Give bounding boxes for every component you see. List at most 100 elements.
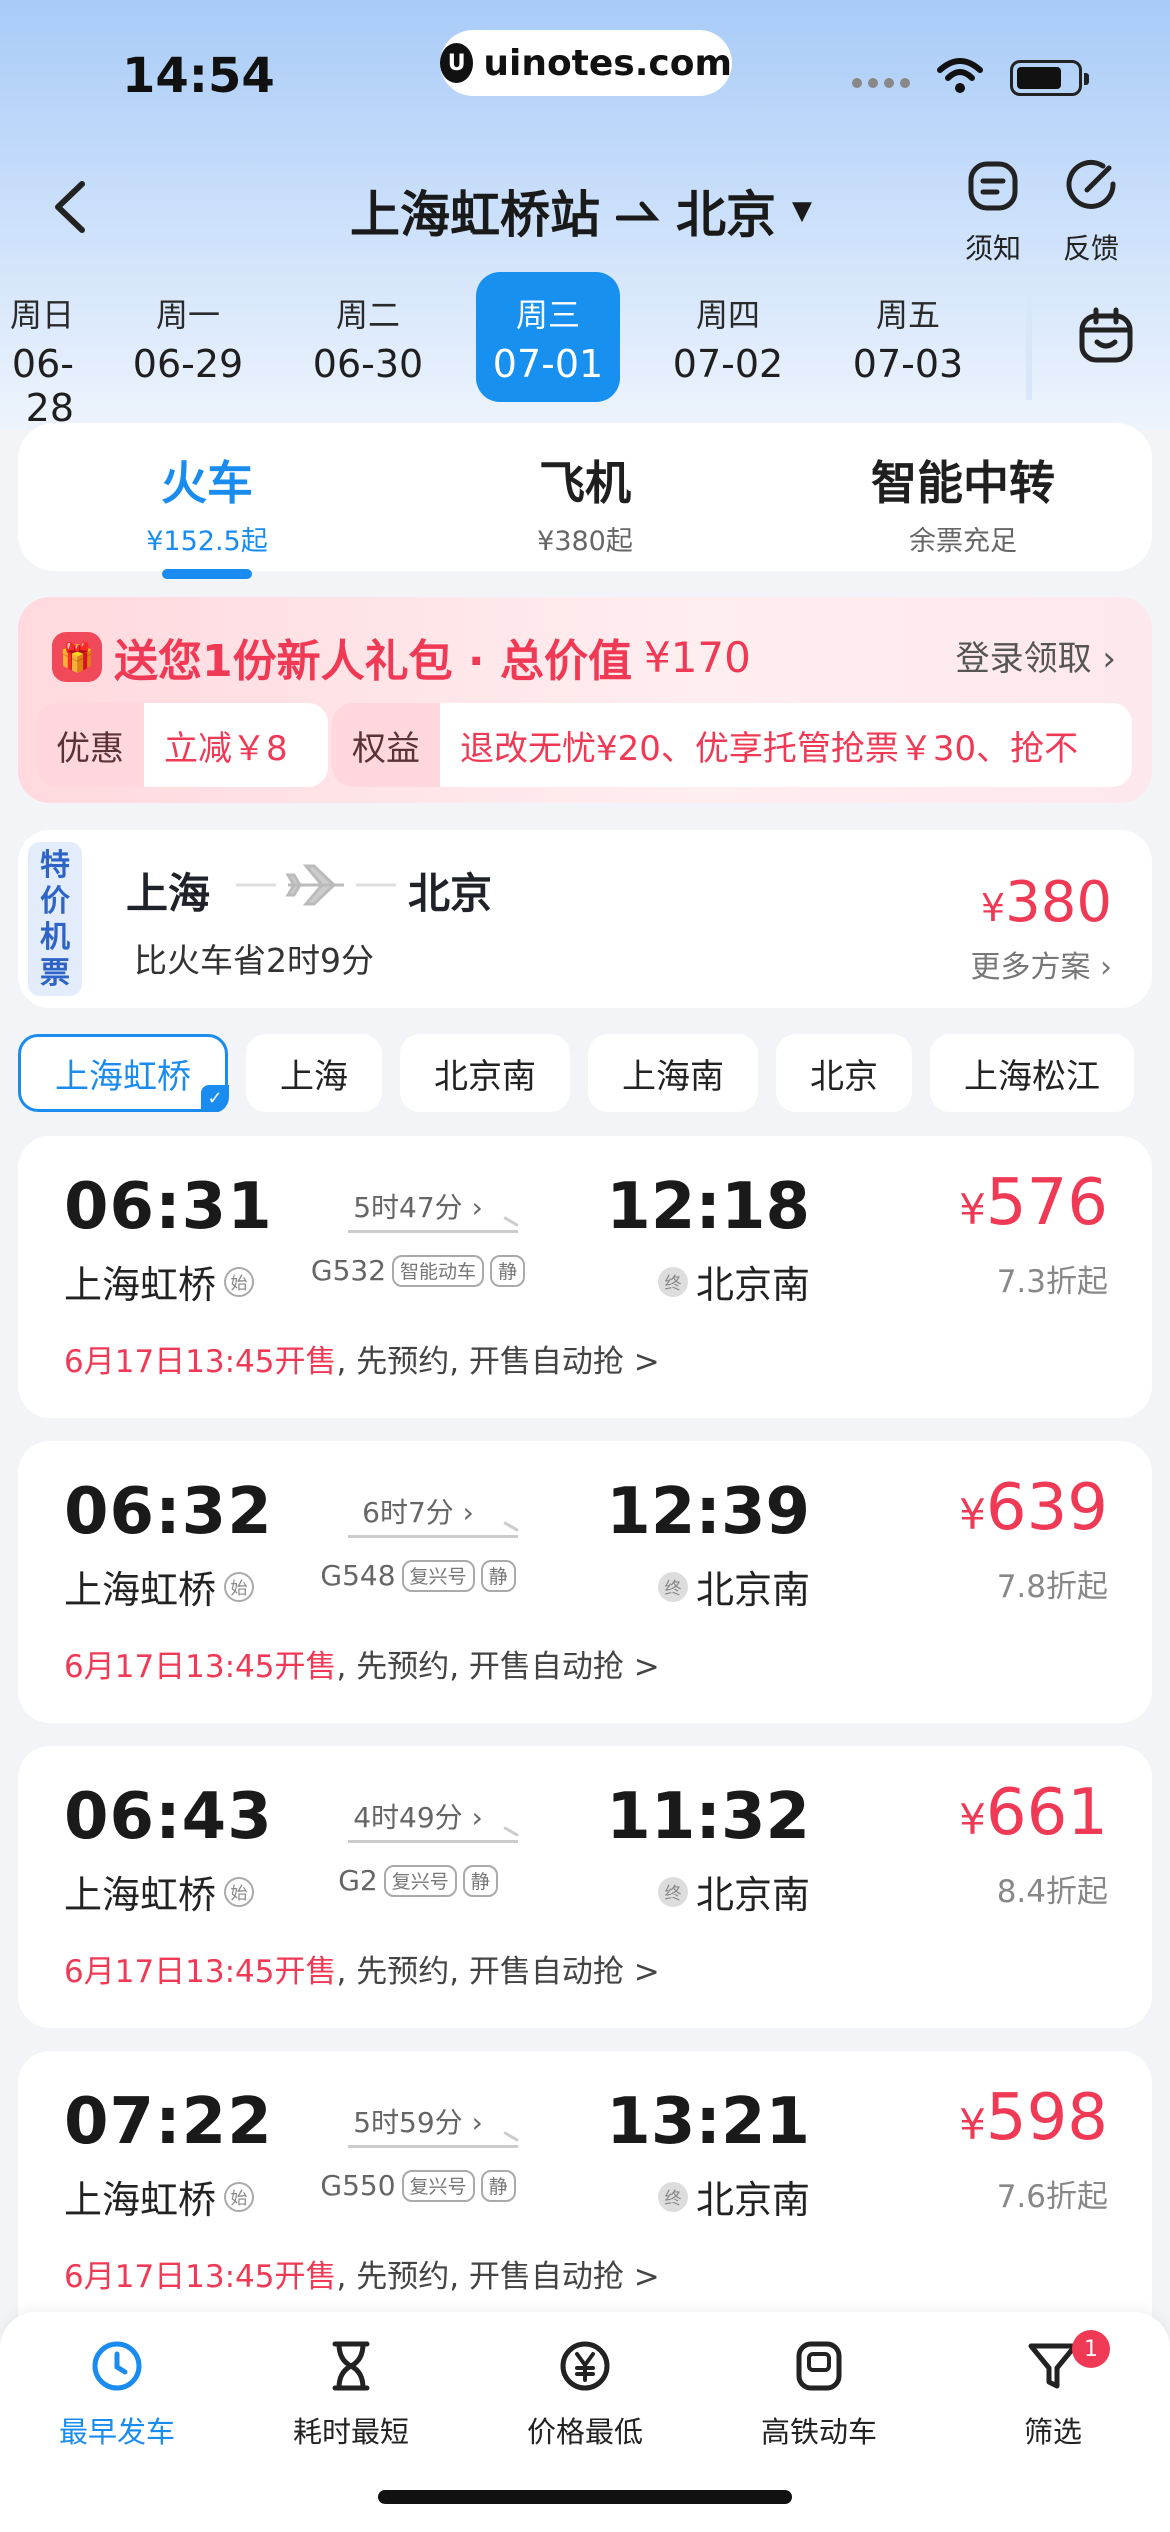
station-chip[interactable]: 北京南 <box>400 1034 570 1112</box>
promo-login-link[interactable]: 登录领取 › <box>956 631 1116 680</box>
train-card[interactable]: 07:22 上海虹桥始 5时59分 › G550 复兴号静 13:21 终北京南 … <box>18 2051 1152 2351</box>
station-chip-selected[interactable]: 上海虹桥 <box>18 1034 229 1112</box>
signal-icon <box>852 78 910 88</box>
offer-more-link[interactable]: 更多方案 › <box>970 942 1112 986</box>
price-symbol: ¥ <box>959 2100 986 2149</box>
presale-notice[interactable]: 6月17日13:45开售, 先预约, 开售自动抢 > <box>64 1946 660 1991</box>
price-value: 598 <box>985 2081 1108 2155</box>
watermark: U uinotes.com <box>440 30 732 96</box>
sort-shortest-button[interactable]: 耗时最短 <box>234 2338 468 2451</box>
presale-notice[interactable]: 6月17日13:45开售, 先预约, 开售自动抢 > <box>64 1336 660 1381</box>
departure-station-name: 上海虹桥 <box>64 2178 217 2222</box>
discount: 7.6折起 <box>996 2179 1108 2215</box>
feedback-button[interactable]: 反馈 <box>1046 158 1136 267</box>
date-weekday: 周二 <box>335 296 400 334</box>
chevron-right-icon: › <box>1102 639 1116 679</box>
sort-shortest-label: 耗时最短 <box>292 2415 409 2449</box>
price-symbol: ¥ <box>959 1490 986 1539</box>
train-card[interactable]: 06:32 上海虹桥始 6时7分 › G548 复兴号静 12:39 终北京南 ¥… <box>18 1441 1152 1723</box>
date-weekday: 周五 <box>875 296 940 334</box>
arrival-time: 12:18 <box>606 1170 810 1244</box>
calendar-icon[interactable] <box>1078 306 1134 366</box>
tab-plane[interactable]: 飞机 ¥380起 <box>396 423 774 571</box>
terminal-tag: 终 <box>657 2181 688 2212</box>
train-card[interactable]: 06:31 上海虹桥始 5时47分 › G532 智能动车静 12:18 终北京南… <box>18 1136 1152 1418</box>
cheap-flight-offer[interactable]: 特价机票 上海 北京 比火车省2时9分 ¥380 更多方案 › <box>18 830 1152 1008</box>
arrival-time: 13:21 <box>606 2085 810 2159</box>
filter-button[interactable]: 筛选 1 <box>936 2330 1170 2451</box>
tab-transfer-sub: 余票充足 <box>909 526 1017 557</box>
offer-more-label: 更多方案 <box>970 950 1091 985</box>
date-value: 06-29 <box>132 342 244 386</box>
tab-transfer[interactable]: 智能中转 余票充足 <box>774 423 1152 571</box>
filter-highspeed-label: 高铁动车 <box>760 2415 877 2449</box>
back-icon[interactable] <box>40 172 100 242</box>
presale-notice[interactable]: 6月17日13:45开售, 先预约, 开售自动抢 > <box>64 2251 660 2296</box>
train-card[interactable]: 06:43 上海虹桥始 4时49分 › G2 复兴号静 11:32 终北京南 ¥6… <box>18 1746 1152 2028</box>
duration-text: 5时59分 <box>353 2106 463 2139</box>
date-item[interactable]: 周一 06-29 <box>98 272 278 402</box>
sort-earliest-label: 最早发车 <box>58 2415 175 2449</box>
route-arrow-icon <box>616 201 660 221</box>
arrival-station-name: 北京南 <box>695 1263 810 1307</box>
station-chip[interactable]: 上海松江 <box>930 1034 1134 1112</box>
offer-to: 北京 <box>408 869 493 918</box>
notice-label: 须知 <box>964 232 1021 265</box>
date-value: 06-30 <box>312 342 424 386</box>
date-item[interactable]: 周四 07-02 <box>638 272 818 402</box>
tab-train[interactable]: 火车 ¥152.5起 <box>18 423 396 579</box>
offer-description: 比火车省2时9分 <box>134 941 374 980</box>
train-number: G550 <box>320 2169 396 2202</box>
departure-station-name: 上海虹桥 <box>64 1263 217 1307</box>
duration-text: 5时47分 <box>353 1191 463 1224</box>
departure-time: 06:43 <box>64 1780 273 1854</box>
clock-icon <box>92 2341 142 2391</box>
sort-cheapest-button[interactable]: 价格最低 <box>468 2338 702 2451</box>
route-title[interactable]: 上海虹桥站 北京 ▼ <box>350 175 812 247</box>
train-type-tag: 智能动车 <box>392 1254 485 1287</box>
duration-arrow <box>348 1840 518 1843</box>
arrival-time: 12:39 <box>606 1475 810 1549</box>
route-dropdown-icon: ▼ <box>792 196 812 226</box>
date-value: 07-03 <box>852 342 964 386</box>
ticket-price: ¥576 <box>959 1166 1108 1240</box>
date-item[interactable]: 周日 06-28 <box>0 272 98 430</box>
train-icon <box>796 2341 842 2391</box>
ticket-price: ¥598 <box>959 2081 1108 2155</box>
terminal-tag: 终 <box>657 1571 688 1602</box>
tab-train-sub: ¥152.5起 <box>146 526 268 557</box>
status-bar: 14:54 U uinotes.com <box>0 0 1170 140</box>
duration-text: 4时49分 <box>353 1801 463 1834</box>
duration-arrow <box>348 1535 518 1538</box>
gift-icon: 🎁 <box>52 632 102 682</box>
departure-time: 07:22 <box>64 2085 273 2159</box>
notice-button[interactable]: 须知 <box>948 158 1038 267</box>
filter-highspeed-button[interactable]: 高铁动车 <box>702 2338 936 2451</box>
date-item-selected[interactable]: 周三 07-01 <box>476 272 620 402</box>
filter-label: 筛选 <box>1023 2415 1082 2449</box>
date-item[interactable]: 周五 07-03 <box>818 272 998 402</box>
presale-notice[interactable]: 6月17日13:45开售, 先预约, 开售自动抢 > <box>64 1641 660 1686</box>
status-time: 14:54 <box>122 48 275 104</box>
duration: 4时49分 › <box>268 1796 568 1836</box>
station-chip[interactable]: 上海南 <box>588 1034 758 1112</box>
discount: 7.8折起 <box>996 1569 1108 1605</box>
arrival-station: 终北京南 <box>657 2169 810 2224</box>
sort-earliest-button[interactable]: 最早发车 <box>0 2338 234 2451</box>
promo-login-label: 登录领取 <box>955 639 1092 679</box>
promo-headline: 🎁 送您1份新人礼包 · 总价值 ¥170 <box>52 625 751 689</box>
promo-benefit-label: 权益 <box>332 703 440 787</box>
newcomer-promo-banner[interactable]: 🎁 送您1份新人礼包 · 总价值 ¥170 登录领取 › 优惠 立减￥8 权益 … <box>18 597 1152 803</box>
filter-count-badge: 1 <box>1072 2330 1110 2368</box>
quiet-car-tag: 静 <box>480 2169 516 2202</box>
transport-mode-tabs: 火车 ¥152.5起 飞机 ¥380起 智能中转 余票充足 <box>18 423 1152 579</box>
sale-time: 6月17日13:45开售 <box>64 1954 337 1990</box>
date-weekday: 周日 <box>9 296 74 334</box>
date-item[interactable]: 周二 06-30 <box>278 272 458 402</box>
station-chip[interactable]: 北京 <box>776 1034 912 1112</box>
origin-tag: 始 <box>224 1571 255 1602</box>
departure-station-name: 上海虹桥 <box>64 1568 217 1612</box>
promo-discount-chip: 优惠 立减￥8 <box>36 703 328 787</box>
train-info: G550 复兴号静 <box>268 2169 568 2202</box>
station-chip[interactable]: 上海 <box>246 1034 382 1112</box>
